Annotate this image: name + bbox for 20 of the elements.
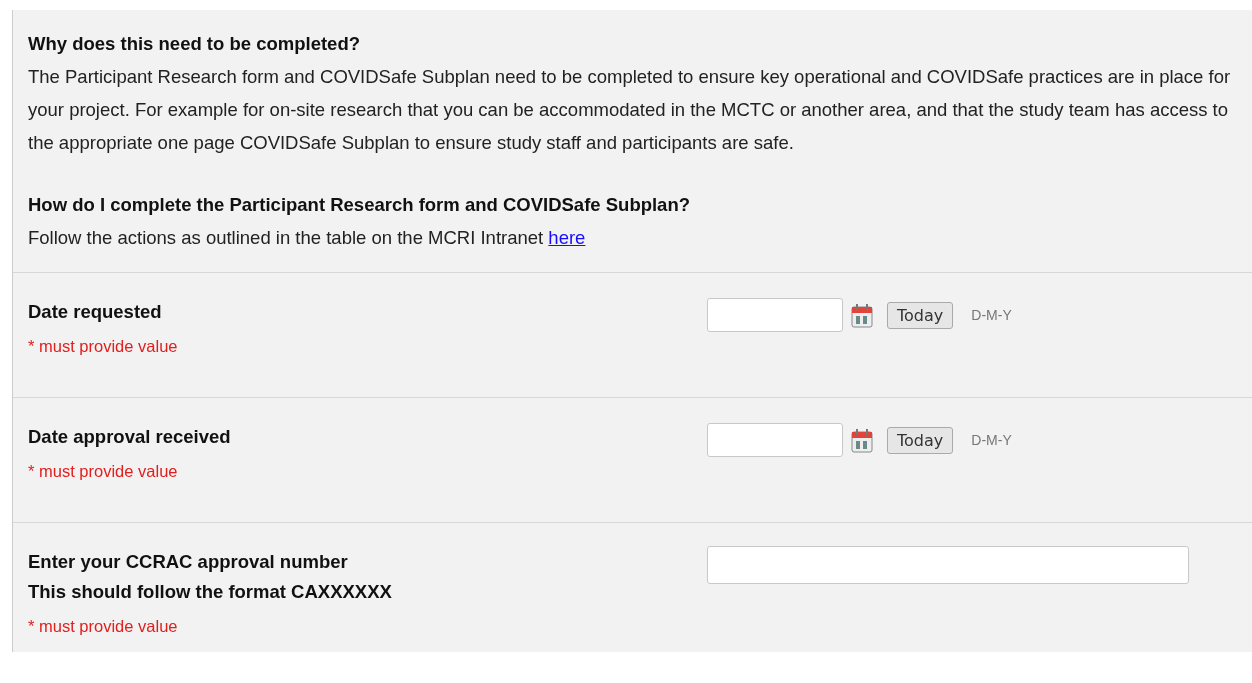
section-text: The Participant Research form and COVIDSafe Subplan need to be completed to ensure key operational and COVIDSafe practices are in place for your project. For example for on-site research that you can be accommodated in the MCTC or another area, and that the study team has access to the appropriate one page COVIDSafe Subplan to ensure study staff and participants are safe. bbox=[28, 65, 1232, 155]
required-message: * must provide value bbox=[28, 337, 179, 356]
date-field[interactable] bbox=[707, 298, 843, 332]
field-label: Date approval received bbox=[28, 425, 232, 449]
section-heading: How do I complete the Participant Research form and COVIDSafe Subplan? bbox=[28, 193, 691, 217]
today-button[interactable]: Today bbox=[887, 426, 954, 454]
section-heading: Why does this need to be completed? bbox=[28, 32, 361, 56]
required-message: * must provide value bbox=[28, 617, 179, 636]
today-button[interactable]: Today bbox=[887, 301, 954, 329]
date-field[interactable] bbox=[707, 423, 843, 457]
intranet-link[interactable]: here bbox=[548, 227, 586, 248]
required-message: * must provide value bbox=[28, 462, 179, 481]
date-format-hint: D-M-Y bbox=[971, 432, 1012, 448]
field-label: Date requested bbox=[28, 300, 163, 324]
calendar-icon[interactable] bbox=[851, 427, 873, 453]
calendar-icon[interactable] bbox=[851, 302, 873, 328]
field-label: Enter your CCRAC approval number This should follow the format CAXXXXXX bbox=[28, 550, 393, 604]
section-text: Follow the actions as outlined in the table on the MCRI Intranet here bbox=[28, 226, 587, 250]
date-format-hint: D-M-Y bbox=[971, 307, 1012, 323]
approval-number-field[interactable] bbox=[707, 546, 1189, 584]
